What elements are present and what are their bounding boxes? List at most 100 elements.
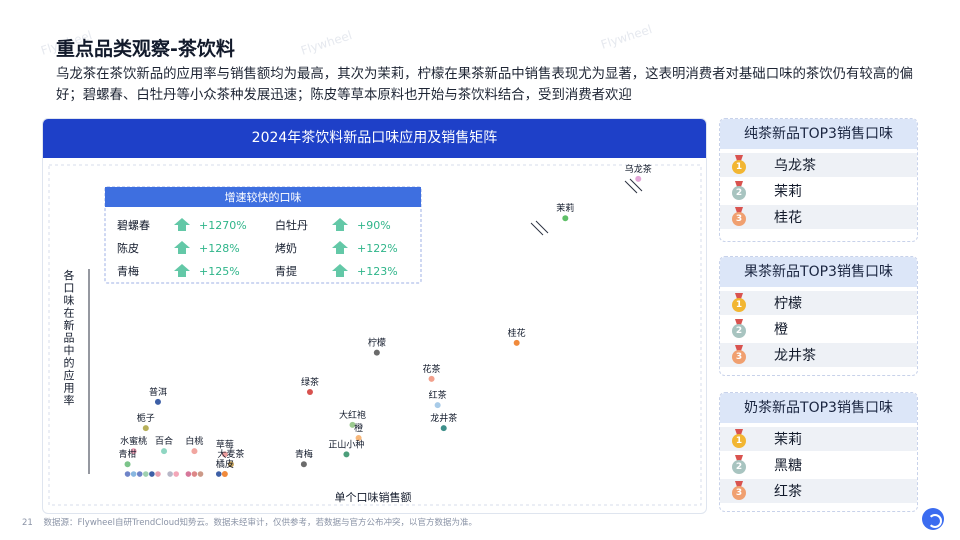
scatter-point bbox=[197, 471, 204, 477]
scatter-point bbox=[562, 215, 569, 222]
medal-icon: 1 bbox=[732, 429, 746, 449]
scatter-chart: 各口味在新品中的应用率单个口味销售额 乌龙茶茉莉桂花柠檬花茶红茶龙井茶 绿茶大红袍橙… bbox=[48, 163, 702, 506]
ranking-item: 1 乌龙茶 bbox=[720, 153, 917, 177]
point-label: 青梅 bbox=[295, 448, 313, 460]
ranking-item-name: 乌龙茶 bbox=[774, 158, 816, 174]
scatter-point bbox=[191, 448, 198, 455]
ranking-item-name: 橙 bbox=[774, 322, 788, 338]
medal-icon: 3 bbox=[732, 207, 746, 227]
scatter-point bbox=[154, 398, 161, 405]
scatter-point bbox=[440, 425, 447, 432]
scatter-point bbox=[124, 471, 131, 477]
ranking-item: 3 龙井茶 bbox=[720, 343, 917, 367]
scatter-point bbox=[155, 471, 161, 477]
point-label: 桂花 bbox=[508, 327, 526, 339]
scatter-point bbox=[185, 471, 192, 477]
growth-item-value: +128% bbox=[199, 242, 240, 255]
scatter-point bbox=[142, 425, 149, 432]
scatter-point bbox=[306, 389, 313, 396]
point-label: 正山小种 bbox=[328, 438, 364, 450]
scatter-point bbox=[373, 349, 380, 356]
page-number: 21 bbox=[22, 518, 33, 528]
ranking-title: 果茶新品TOP3销售口味 bbox=[720, 257, 917, 287]
growth-item-value: +122% bbox=[357, 242, 398, 255]
medal-icon: 2 bbox=[732, 455, 746, 475]
scatter-point bbox=[215, 471, 222, 477]
point-label: 普洱 bbox=[149, 386, 167, 398]
scatter-point bbox=[124, 461, 131, 468]
scatter-point bbox=[300, 461, 307, 468]
point-label: 乌龙茶 bbox=[625, 163, 652, 175]
axis-break-mark bbox=[624, 180, 638, 194]
growth-item-name: 碧螺春 bbox=[117, 219, 150, 232]
point-label: 大红袍 bbox=[339, 409, 366, 421]
scatter-point bbox=[434, 402, 441, 409]
growth-item-name: 青提 bbox=[275, 265, 297, 278]
point-label: 草莓 bbox=[216, 438, 234, 450]
medal-icon: 1 bbox=[732, 293, 746, 313]
source-note: 数据源：Flywheel自研TrendCloud知势云。数据未经审计，仅供参考，… bbox=[43, 518, 478, 528]
point-label: 栀子 bbox=[137, 412, 155, 424]
watermark: Flywheel bbox=[299, 28, 354, 58]
ranking-item-name: 红茶 bbox=[774, 484, 802, 500]
point-label: 柠檬 bbox=[368, 337, 386, 349]
point-label: 百合 bbox=[155, 435, 173, 447]
point-label: 茉莉 bbox=[556, 202, 574, 214]
ranking-card-milk-tea: 奶茶新品TOP3销售口味 1 茉莉 2 黑糖 3 红茶 bbox=[719, 392, 918, 512]
scatter-point bbox=[136, 471, 143, 477]
point-label: 橘皮 bbox=[216, 458, 234, 470]
ranking-item-name: 龙井茶 bbox=[774, 348, 816, 364]
point-label: 花茶 bbox=[423, 363, 441, 375]
growth-item-value: +90% bbox=[357, 219, 391, 232]
axis-break-mark bbox=[535, 220, 549, 234]
growth-item-name: 白牡丹 bbox=[275, 218, 308, 232]
medal-icon: 3 bbox=[732, 481, 746, 501]
growth-item-value: +125% bbox=[199, 265, 240, 278]
ranking-item-name: 茉莉 bbox=[774, 432, 802, 448]
medal-icon: 1 bbox=[732, 155, 746, 175]
scatter-point bbox=[149, 471, 155, 477]
ranking-item-name: 柠檬 bbox=[774, 296, 802, 312]
page-title: 重点品类观察-茶饮料 bbox=[56, 38, 235, 60]
y-axis-label: 各口味在新品中的应用率 bbox=[64, 268, 75, 407]
ranking-item: 1 茉莉 bbox=[720, 427, 917, 451]
point-label: 橙 bbox=[354, 422, 363, 434]
scatter-point bbox=[513, 339, 520, 346]
medal-icon: 3 bbox=[732, 345, 746, 365]
scatter-point bbox=[167, 471, 173, 477]
growth-item-name: 陈皮 bbox=[117, 241, 139, 255]
ranking-item: 3 桂花 bbox=[720, 205, 917, 229]
growth-item-name: 烤奶 bbox=[275, 241, 297, 255]
scatter-point bbox=[428, 375, 435, 382]
scatter-point bbox=[173, 471, 179, 477]
scatter-point bbox=[143, 471, 149, 477]
medal-icon: 2 bbox=[732, 319, 746, 339]
ranking-title: 奶茶新品TOP3销售口味 bbox=[720, 393, 917, 423]
x-axis-label: 单个口味销售额 bbox=[335, 490, 412, 504]
axis-break-mark bbox=[530, 222, 544, 236]
scatter-point bbox=[343, 451, 350, 458]
watermark: Flywheel bbox=[599, 22, 654, 52]
ranking-card-fruit-tea: 果茶新品TOP3销售口味 1 柠檬 2 橙 3 龙井茶 bbox=[719, 256, 918, 376]
scatter-point bbox=[161, 448, 168, 455]
ranking-item-name: 茉莉 bbox=[774, 184, 802, 200]
footer: 21 数据源：Flywheel自研TrendCloud知势云。数据未经审计，仅供… bbox=[22, 516, 477, 528]
scatter-point bbox=[130, 471, 137, 477]
brand-logo-icon bbox=[922, 508, 944, 530]
medal-icon: 2 bbox=[732, 181, 746, 201]
ranking-item-name: 黑糖 bbox=[774, 458, 802, 474]
page-description: 乌龙茶在茶饮新品的应用率与销售额均为最高，其次为茉莉，柠檬在果茶新品中销售表现尤… bbox=[56, 67, 913, 103]
point-label: 白桃 bbox=[185, 435, 203, 447]
growth-item-name: 青梅 bbox=[117, 264, 139, 278]
scatter-point bbox=[635, 175, 642, 182]
scatter-point bbox=[221, 471, 228, 478]
chart-card: 2024年茶饮料新品口味应用及销售矩阵 各口味在新品中的应用率 单个口味销售额 乌龙… bbox=[42, 118, 707, 514]
point-label: 水蜜桃 bbox=[120, 435, 147, 447]
ranking-card-pure-tea: 纯茶新品TOP3销售口味 1 乌龙茶 2 茉莉 3 桂花 bbox=[719, 118, 918, 242]
growth-item-value: +1270% bbox=[199, 219, 247, 232]
growth-item-value: +123% bbox=[357, 265, 398, 278]
scatter-point bbox=[191, 471, 198, 477]
ranking-item: 1 柠檬 bbox=[720, 291, 917, 315]
point-label: 青柑 bbox=[119, 448, 137, 460]
ranking-item: 2橙 bbox=[720, 317, 917, 341]
